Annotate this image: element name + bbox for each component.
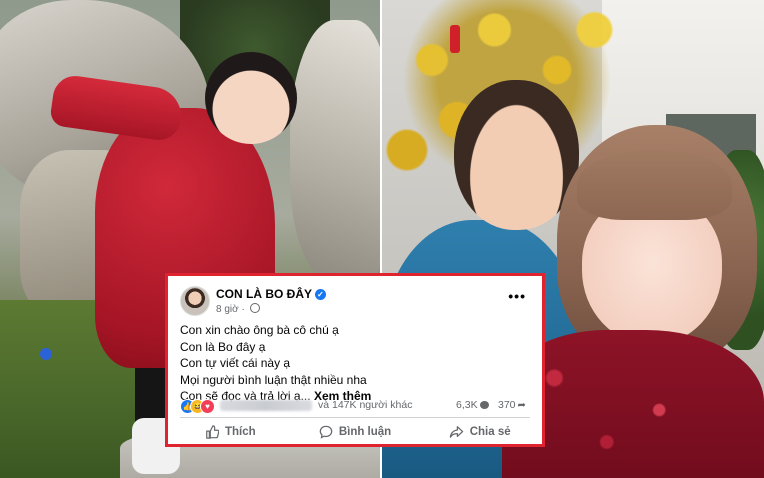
- reactions-summary: 👍 😆 ♥ và 147K người khác 6,3K 370 ➦: [180, 398, 530, 414]
- rock: [290, 20, 380, 280]
- page-name[interactable]: CON LÀ BO ĐÂY ✓: [216, 287, 326, 301]
- comments-count[interactable]: 6,3K: [456, 399, 489, 411]
- share-count-icon: ➦: [517, 400, 526, 411]
- post-text: Con xin chào ông bà cô chú ạ Con là Bo đ…: [180, 322, 530, 405]
- action-divider: [180, 417, 530, 418]
- like-label: Thích: [225, 426, 256, 438]
- globe-icon: [249, 303, 260, 313]
- post-time[interactable]: 8 giờ: [216, 304, 239, 315]
- blurred-reactor-names[interactable]: [220, 400, 312, 411]
- verified-badge-icon: ✓: [315, 289, 326, 300]
- share-label: Chia sẻ: [469, 426, 511, 438]
- post-line: Mọi người bình luận thật nhiều nha: [180, 372, 367, 387]
- share-button[interactable]: Chia sẻ: [417, 420, 542, 444]
- love-reaction-icon[interactable]: ♥: [200, 399, 215, 414]
- shares-count[interactable]: 370 ➦: [498, 399, 526, 411]
- post-header: CON LÀ BO ĐÂY ✓ 8 giờ · •••: [180, 284, 530, 316]
- post-line: Con xin chào ông bà cô chú ạ: [180, 323, 339, 337]
- comment-icon: [319, 425, 333, 439]
- share-icon: [449, 426, 463, 438]
- shares-count-text: 370: [498, 399, 516, 411]
- avatar[interactable]: [180, 286, 210, 316]
- comment-button[interactable]: Bình luận: [293, 420, 418, 444]
- more-options-icon[interactable]: •••: [508, 288, 526, 304]
- page-name-text[interactable]: CON LÀ BO ĐÂY: [216, 287, 312, 301]
- like-button[interactable]: Thích: [168, 420, 293, 444]
- red-lantern: [450, 25, 460, 53]
- toy-ball: [40, 348, 52, 360]
- comments-count-text: 6,3K: [456, 399, 478, 411]
- post-line: Con là Bo đây ạ: [180, 339, 266, 354]
- comment-label: Bình luận: [338, 426, 392, 438]
- thumbs-up-icon: [206, 425, 219, 439]
- post-actions: Thích Bình luận Chia sẻ: [168, 420, 542, 444]
- post-meta: 8 giờ ·: [216, 303, 260, 315]
- child-head: [205, 52, 297, 144]
- post-line: Con tự viết cái này ạ: [180, 356, 291, 370]
- comment-count-icon: [479, 401, 489, 409]
- reactions-others[interactable]: và 147K người khác: [318, 399, 412, 411]
- facebook-post-card: CON LÀ BO ĐÂY ✓ 8 giờ · ••• Con xin chào …: [165, 273, 545, 447]
- woman-bangs: [577, 150, 732, 220]
